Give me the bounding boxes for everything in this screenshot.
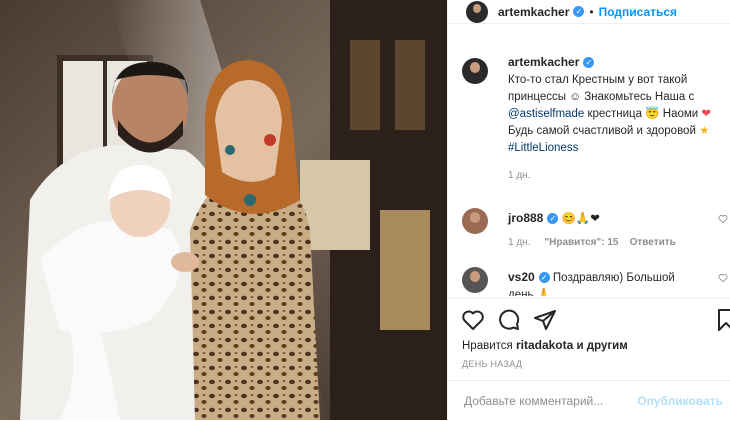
comment-body: jro888 ✓ 😊🙏❤ 1 дн. "Нравится": 15 Ответит… [508, 210, 708, 251]
likes-prefix: Нравится [462, 340, 513, 352]
add-comment-bar: Опубликовать [448, 380, 730, 421]
verified-icon: ✓ [538, 272, 550, 284]
commenter-avatar[interactable] [462, 267, 488, 293]
likes-line: Нравится ritadakota и другим [462, 338, 628, 352]
action-bar [448, 304, 730, 334]
likes-suffix[interactable]: и другим [577, 340, 628, 352]
commenter-username[interactable]: vs20 [508, 270, 535, 284]
smile-emoji: 😇 [645, 108, 660, 120]
follow-button[interactable]: Подписаться [599, 5, 677, 19]
comment-item: vs20 ✓ Поздравляю) Большой день 🙏 [462, 267, 728, 296]
caption-text: Наша с [654, 91, 695, 103]
star-emoji: ★ [699, 125, 710, 137]
like-comment-heart-icon[interactable] [718, 214, 728, 224]
comment-likes[interactable]: "Нравится": 15 [544, 237, 618, 248]
photo-illustration [0, 0, 447, 420]
separator-dot: • [589, 4, 594, 19]
comment-item: jro888 ✓ 😊🙏❤ 1 дн. "Нравится": 15 Ответит… [462, 208, 728, 248]
caption-avatar[interactable] [462, 58, 488, 84]
post-photo[interactable] [0, 0, 447, 420]
divider [448, 298, 730, 299]
caption-text: Знакомьтесь [584, 91, 652, 103]
caption-text: крестница [587, 108, 643, 120]
reply-button[interactable]: Ответить [630, 237, 676, 248]
caption-username[interactable]: artemkacher [508, 55, 579, 69]
share-icon[interactable] [533, 308, 557, 332]
comment-text-cont: день 🙏 [508, 289, 551, 296]
like-comment-heart-icon[interactable] [718, 273, 728, 283]
caption-text-block: artemkacher ✓ Кто-то стал Крестным у вот … [508, 54, 728, 184]
comment-icon[interactable] [497, 308, 521, 332]
author-username[interactable]: artemkacher [498, 5, 569, 19]
comment-body: vs20 ✓ Поздравляю) Большой день 🙏 [508, 269, 708, 296]
heart-emoji: ❤ [701, 108, 712, 120]
comment-time: 1 дн. [508, 237, 531, 248]
heart-icon[interactable] [461, 308, 485, 332]
caption-text: Наоми [662, 108, 699, 120]
verified-icon: ✓ [583, 57, 595, 69]
post-time: ДЕНЬ НАЗАД [462, 359, 523, 369]
author-avatar[interactable] [466, 0, 488, 23]
caption-text: Будь самой счастливой и здоровой [508, 125, 696, 137]
smile-emoji: ☺ [569, 91, 581, 103]
commenter-username[interactable]: jro888 [508, 211, 543, 225]
comment-input[interactable] [462, 393, 656, 409]
commenter-avatar[interactable] [462, 208, 488, 234]
bookmark-icon[interactable] [714, 308, 730, 332]
post-header: artemkacher ✓ • Подписаться [448, 0, 730, 24]
caption-time: 1 дн. [508, 170, 531, 181]
verified-icon: ✓ [547, 213, 559, 225]
comment-text: 😊🙏❤ [561, 213, 600, 225]
hashtag-link[interactable]: #LittleLioness [508, 140, 728, 157]
post-side-panel: artemkacher ✓ • Подписаться artemkacher ✓… [447, 0, 730, 420]
mention-link[interactable]: @astiselfmade [508, 108, 584, 120]
publish-button[interactable]: Опубликовать [637, 394, 723, 408]
liked-by-username[interactable]: ritadakota [516, 338, 573, 352]
comment-text: Поздравляю) Большой [552, 272, 675, 284]
verified-icon: ✓ [573, 6, 585, 17]
comments-section[interactable]: artemkacher ✓ Кто-то стал Крестным у вот … [448, 24, 730, 296]
